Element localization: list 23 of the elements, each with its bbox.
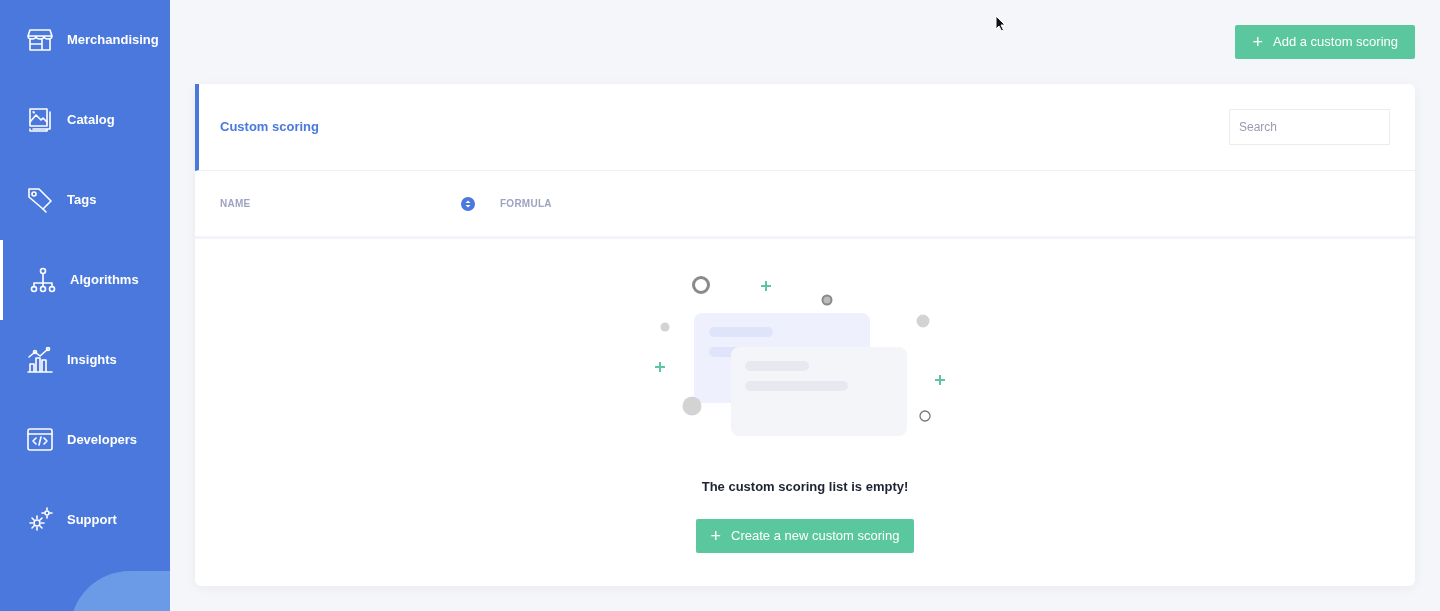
images-icon: [27, 107, 53, 133]
empty-message: The custom scoring list is empty!: [701, 478, 909, 496]
sidebar-item[interactable]: Support: [0, 480, 170, 560]
store-icon: [27, 27, 53, 53]
search-field[interactable]: Search: [1229, 109, 1390, 145]
panel-title: Custom scoring: [220, 118, 319, 137]
sidebar-item[interactable]: Algorithms: [0, 240, 170, 320]
sidebar-item[interactable]: Tags: [0, 160, 170, 240]
tag-icon: [27, 187, 53, 213]
cursor-icon: [995, 15, 1006, 32]
chart-icon: [27, 347, 53, 373]
plus-icon: +: [1252, 33, 1263, 51]
code-window-icon: [27, 427, 53, 453]
gear-icon: [27, 507, 53, 533]
sidebar-item[interactable]: Catalog: [0, 80, 170, 160]
sort-icon[interactable]: [461, 196, 475, 211]
plus-icon: +: [710, 526, 722, 545]
column-header: FORMULA: [500, 197, 552, 211]
sidebar-item[interactable]: Insights: [0, 320, 170, 400]
hierarchy-icon: [30, 267, 56, 293]
column-header: NAME: [220, 197, 252, 211]
sidebar-item[interactable]: Merchandising: [0, 0, 170, 80]
sidebar-item[interactable]: Developers: [0, 400, 170, 480]
